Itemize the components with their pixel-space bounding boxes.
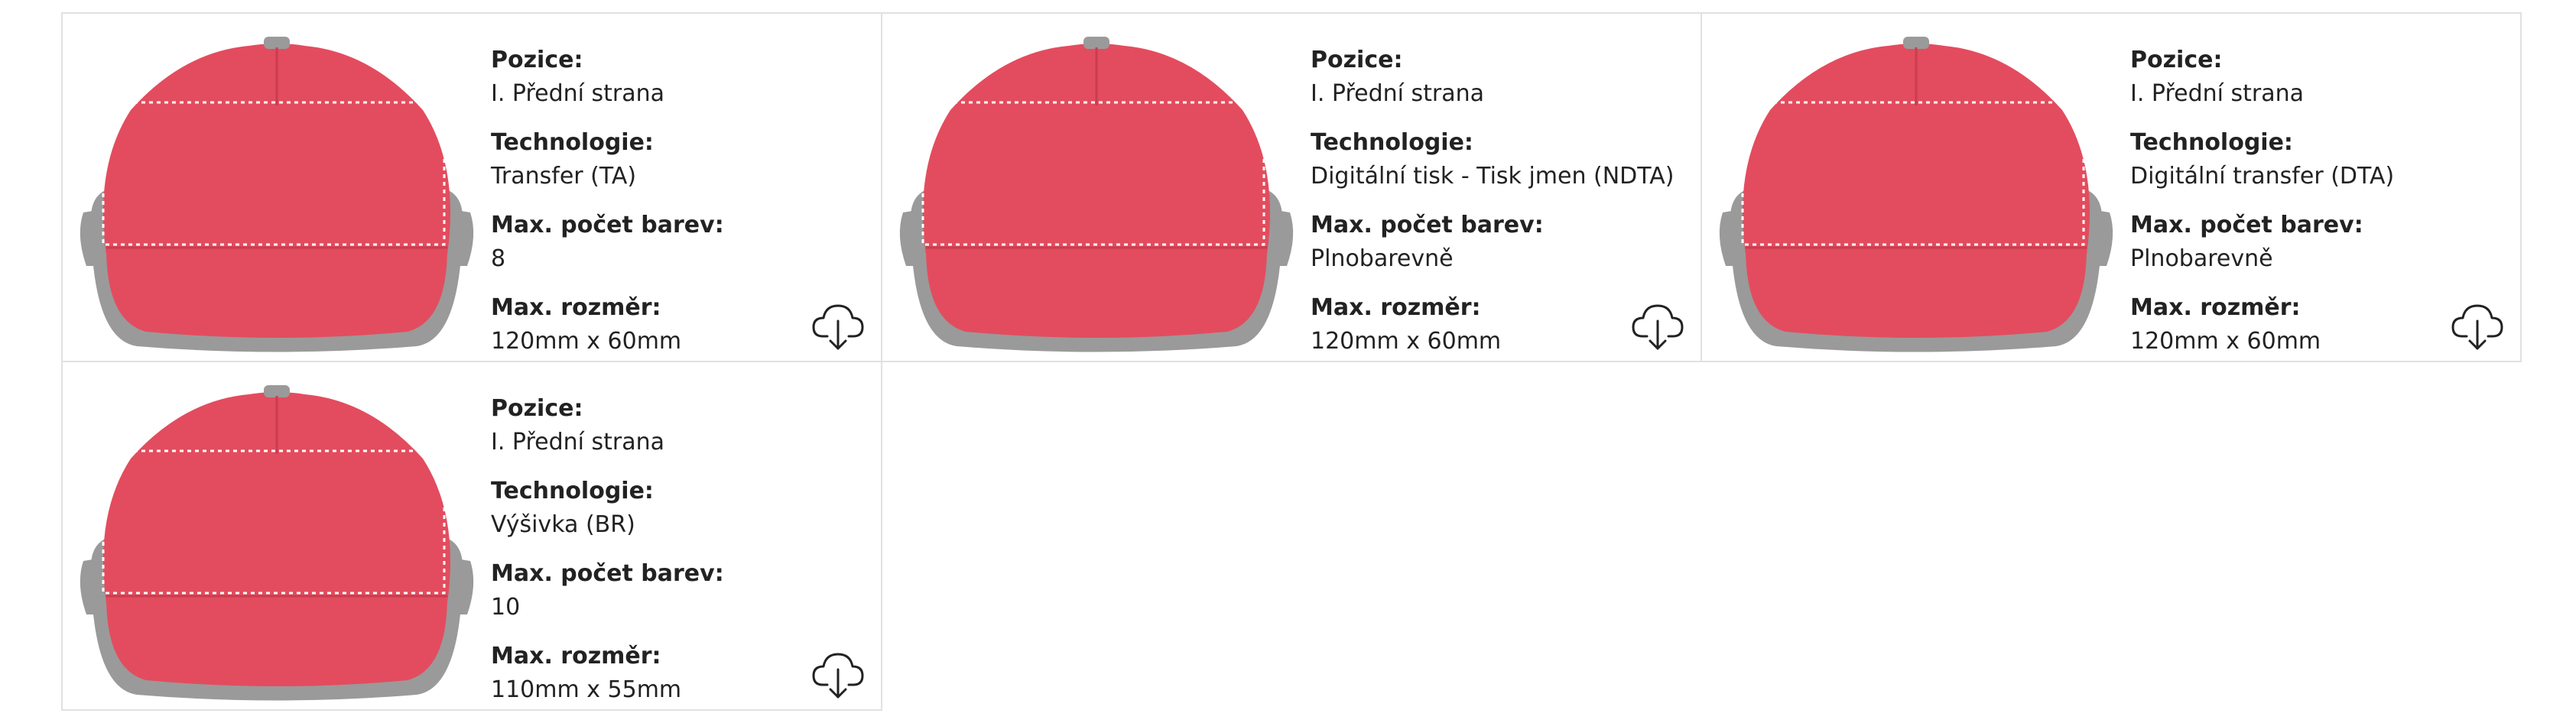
position-value: I. Přední strana xyxy=(1311,80,1485,107)
max-colors-label: Max. počet barev: xyxy=(2130,212,2363,238)
technology-label: Technologie: xyxy=(2130,129,2293,156)
max-size-label: Max. rozměr: xyxy=(1311,294,1481,321)
max-size-label: Max. rozměr: xyxy=(491,294,661,321)
cap-print-area-image xyxy=(76,37,478,355)
max-colors-label: Max. počet barev: xyxy=(491,212,724,238)
cloud-download-icon[interactable] xyxy=(1630,298,1685,353)
cap-print-area-image xyxy=(76,385,478,703)
print-option-details: Pozice: I. Přední strana Technologie: Tr… xyxy=(491,44,858,374)
cloud-download-icon[interactable] xyxy=(810,647,866,702)
max-colors-label: Max. počet barev: xyxy=(491,560,724,587)
cap-print-area-image xyxy=(1715,37,2117,355)
cloud-download-icon[interactable] xyxy=(2450,298,2505,353)
technology-label: Technologie: xyxy=(491,129,654,156)
max-colors-value: Plnobarevně xyxy=(1311,245,1454,272)
max-colors-label: Max. počet barev: xyxy=(1311,212,1544,238)
max-size-value: 120mm x 60mm xyxy=(1311,328,1502,355)
position-label: Pozice: xyxy=(2130,47,2223,73)
print-options-grid: Pozice: I. Přední strana Technologie: Tr… xyxy=(0,0,2576,716)
technology-value: Výšivka (BR) xyxy=(491,511,635,538)
print-option-card: Pozice: I. Přední strana Technologie: Di… xyxy=(881,12,1702,362)
max-size-label: Max. rozměr: xyxy=(491,643,661,670)
technology-label: Technologie: xyxy=(491,478,654,504)
max-colors-value: Plnobarevně xyxy=(2130,245,2273,272)
cloud-download-icon[interactable] xyxy=(810,298,866,353)
position-label: Pozice: xyxy=(1311,47,1403,73)
max-size-value: 120mm x 60mm xyxy=(491,328,682,355)
position-label: Pozice: xyxy=(491,395,583,422)
print-option-details: Pozice: I. Přední strana Technologie: Di… xyxy=(1311,44,1678,374)
print-option-details: Pozice: I. Přední strana Technologie: Vý… xyxy=(491,393,858,723)
max-size-label: Max. rozměr: xyxy=(2130,294,2301,321)
cap-print-area-image xyxy=(895,37,1298,355)
max-size-value: 120mm x 60mm xyxy=(2130,328,2321,355)
max-colors-value: 8 xyxy=(491,245,506,272)
print-option-details: Pozice: I. Přední strana Technologie: Di… xyxy=(2130,44,2497,374)
position-label: Pozice: xyxy=(491,47,583,73)
print-option-card: Pozice: I. Přední strana Technologie: Vý… xyxy=(61,361,882,711)
technology-value: Digitální transfer (DTA) xyxy=(2130,163,2395,190)
technology-label: Technologie: xyxy=(1311,129,1473,156)
max-colors-value: 10 xyxy=(491,594,521,621)
technology-value: Digitální tisk - Tisk jmen (NDTA) xyxy=(1311,163,1675,190)
position-value: I. Přední strana xyxy=(491,429,665,456)
position-value: I. Přední strana xyxy=(2130,80,2305,107)
technology-value: Transfer (TA) xyxy=(491,163,637,190)
print-option-card: Pozice: I. Přední strana Technologie: Di… xyxy=(1701,12,2522,362)
max-size-value: 110mm x 55mm xyxy=(491,676,682,703)
print-option-card: Pozice: I. Přední strana Technologie: Tr… xyxy=(61,12,882,362)
position-value: I. Přední strana xyxy=(491,80,665,107)
